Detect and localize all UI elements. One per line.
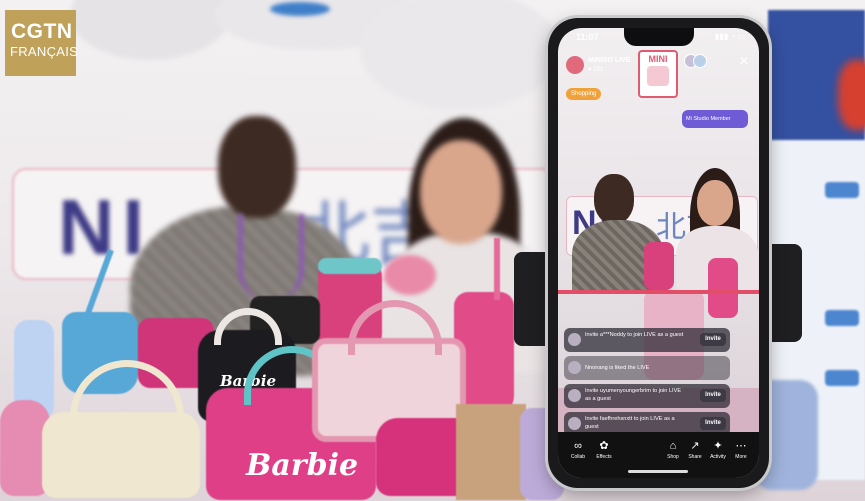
presenter-man-head <box>218 116 296 218</box>
status-icons: ▮▮▮ ◔ ▭ <box>714 32 745 41</box>
commenter-avatar <box>568 389 581 402</box>
activity-label: Activity <box>710 454 726 460</box>
host-likes: ♥ 151 <box>588 67 604 73</box>
commenter-avatar <box>568 417 581 430</box>
logo-line1: CGTN <box>11 20 73 43</box>
barbie-script-logo: Barbie <box>246 448 359 483</box>
logo-line2: FRANÇAIS <box>10 44 79 59</box>
activity-button[interactable]: ✦ Activity <box>706 440 730 460</box>
close-icon[interactable]: ✕ <box>739 54 749 68</box>
in-video-man-head <box>594 174 634 224</box>
more-label: More <box>735 454 747 460</box>
comment-item: Nnonang is liked the LIVE <box>564 356 730 380</box>
red-decoration <box>838 60 865 130</box>
comment-text: Invite a***Noddy to join LIVE as a guest <box>585 332 684 338</box>
live-bottom-bar: ∞ Collab ✿ Effects ⌂ Shop ↗ Share ✦ Acti… <box>558 432 759 478</box>
ceiling-blue-light <box>270 2 330 16</box>
comment-item: Invite uyumenyoungerbrim to join LIVE as… <box>564 384 730 408</box>
home-indicator <box>628 470 688 473</box>
pink-item-in-hand <box>384 255 436 295</box>
photo-frame: NI 北吉 Barbie Barbie NI 北吉 11:07 ▮▮▮ ◔ ▭ … <box>0 0 865 501</box>
host-avatar[interactable] <box>566 56 584 74</box>
shop-button[interactable]: ⌂ Shop <box>662 440 684 460</box>
tumbler-lid <box>318 258 382 274</box>
shop-label: Shop <box>667 454 679 460</box>
invite-button[interactable]: Invite <box>700 389 726 402</box>
more-icon: ⋯ <box>735 440 747 452</box>
collab-label: Collab <box>570 454 586 460</box>
mini-badge-image <box>647 66 669 86</box>
status-time: 11:07 <box>576 32 599 42</box>
collab-button[interactable]: ∞ Collab <box>566 440 590 460</box>
invite-button[interactable]: Invite <box>700 417 726 430</box>
comment-text: Nnonang is liked the LIVE <box>585 365 650 371</box>
in-video-woman-head <box>697 180 733 226</box>
cgtn-logo: CGTN FRANÇAIS <box>5 10 79 76</box>
in-video-tumbler <box>644 242 674 290</box>
phone-notch <box>624 28 694 46</box>
smartphone: NI 北吉 11:07 ▮▮▮ ◔ ▭ MINISO LIVE ♥ 151 Sh… <box>548 18 769 488</box>
shop-icon: ⌂ <box>669 440 677 452</box>
collab-icon: ∞ <box>574 440 582 452</box>
share-label: Share <box>688 454 702 460</box>
in-video-cup <box>708 258 738 318</box>
mini-badge[interactable]: MINI <box>638 50 678 98</box>
shopping-pill[interactable]: Shopping <box>566 88 602 100</box>
presenter-woman-head <box>420 140 502 244</box>
ceiling-light <box>360 0 560 110</box>
cup-straw <box>494 238 500 300</box>
share-icon: ↗ <box>690 440 700 452</box>
live-promo-pill[interactable]: Mi Studio Member <box>682 110 748 128</box>
comment-text: Invite faefhrehsnxtt to join LIVE as a g… <box>585 416 675 430</box>
commenter-avatar <box>568 361 581 374</box>
livestream-screen: NI 北吉 11:07 ▮▮▮ ◔ ▭ MINISO LIVE ♥ 151 Sh… <box>558 28 759 478</box>
more-button[interactable]: ⋯ More <box>730 440 752 460</box>
effects-icon: ✿ <box>599 440 609 452</box>
mini-badge-label: MINI <box>648 54 668 64</box>
effects-label: Effects <box>596 454 612 460</box>
guest-bar <box>558 290 759 294</box>
wooden-stand <box>456 404 526 500</box>
host-name: MINISO LIVE <box>588 57 631 64</box>
commenter-avatar <box>568 333 581 346</box>
viewer-avatars[interactable] <box>684 54 724 68</box>
activity-icon: ✦ <box>713 440 723 452</box>
share-button[interactable]: ↗ Share <box>684 440 706 460</box>
ceiling-light <box>70 0 230 60</box>
effects-button[interactable]: ✿ Effects <box>592 440 616 460</box>
comment-text: Invite uyumenyoungerbrim to join LIVE as… <box>585 388 682 402</box>
lanyard <box>238 214 304 300</box>
invite-button[interactable]: Invite <box>700 333 726 346</box>
comment-item: Invite a***Noddy to join LIVE as a guest… <box>564 328 730 352</box>
